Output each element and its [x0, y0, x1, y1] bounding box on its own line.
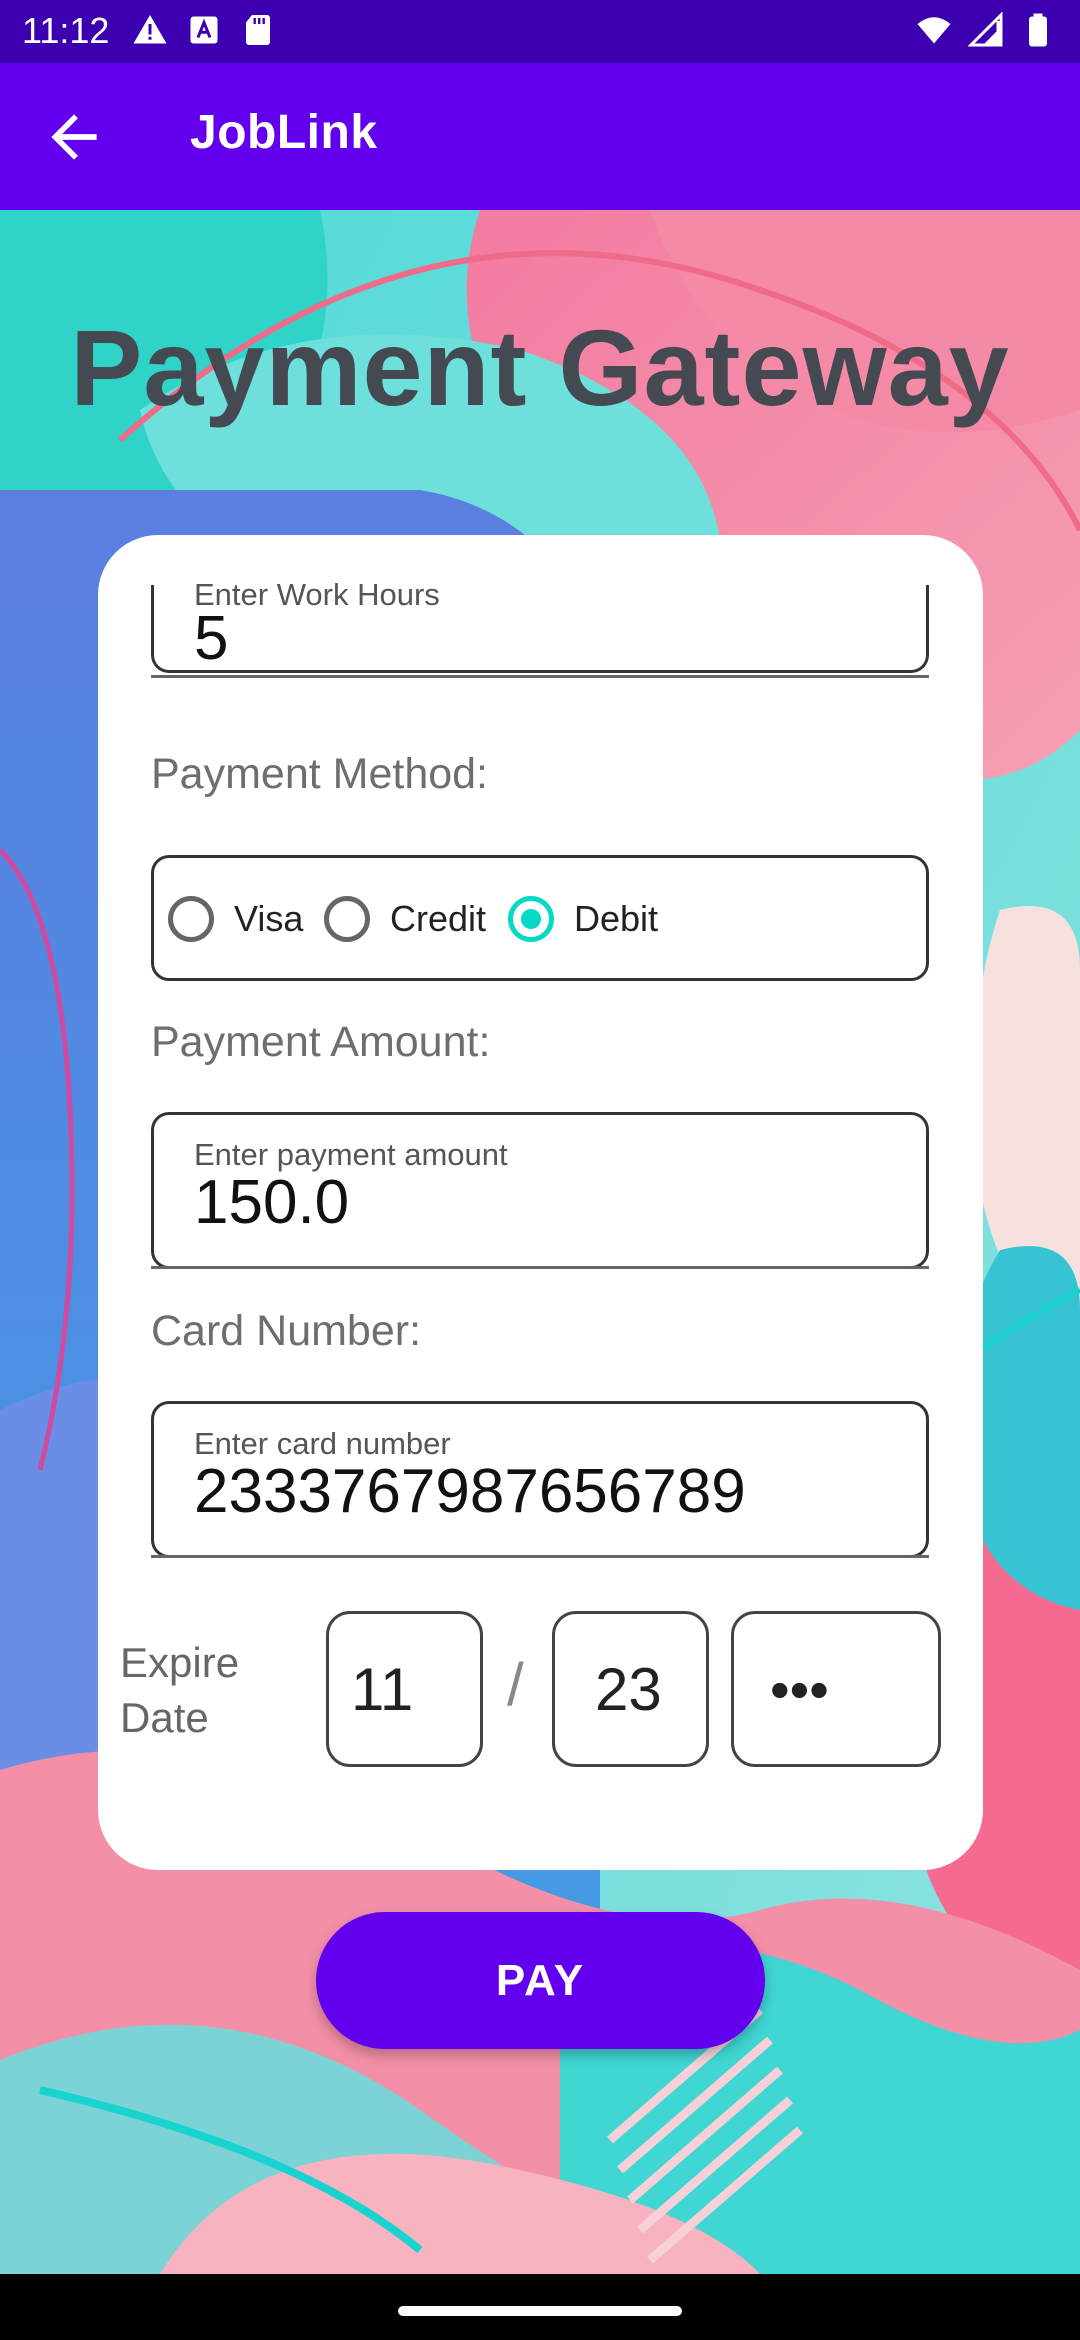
navigation-bar [0, 2274, 1080, 2340]
battery-icon [1029, 13, 1047, 47]
home-handle[interactable] [398, 2306, 682, 2316]
card-number-underline [151, 1555, 929, 1558]
work-hours-underline [151, 675, 929, 678]
card-number-value: 2333767987656789 [194, 1457, 746, 1526]
expire-year-input[interactable]: 23 [552, 1611, 709, 1767]
radio-credit-label: Credit [390, 898, 487, 939]
expire-year-value: 23 [595, 1655, 662, 1723]
decorative-background: Payment Gateway Enter Work Hours 5 Payme… [0, 210, 1080, 2274]
radio-visa-label: Visa [234, 898, 304, 939]
work-hours-field[interactable]: Enter Work Hours 5 [151, 577, 929, 673]
radio-debit-indicator[interactable] [508, 896, 554, 942]
radio-debit-label: Debit [574, 898, 659, 939]
app-title: JobLink [190, 106, 378, 159]
work-hours-value: 5 [194, 604, 229, 673]
page-title: Payment Gateway [70, 307, 1010, 428]
radio-debit[interactable]: Debit [508, 896, 658, 942]
cvv-input[interactable]: ••• [731, 1611, 941, 1767]
sd-card-icon [246, 15, 270, 45]
arrow-back-icon[interactable] [40, 103, 108, 171]
expire-month-value: 11 [351, 1655, 414, 1723]
cvv-value: ••• [770, 1657, 829, 1721]
payment-method-label: Payment Method: [151, 750, 489, 798]
payment-amount-field[interactable]: Enter payment amount 150.0 [151, 1112, 929, 1269]
status-time: 11:12 [22, 10, 110, 51]
expire-date-label: Expire Date [120, 1635, 239, 1745]
pay-button[interactable]: PAY [316, 1912, 765, 2049]
radio-visa-indicator[interactable] [168, 896, 214, 942]
card-number-label: Card Number: [151, 1307, 422, 1355]
radio-visa[interactable]: Visa [168, 896, 303, 942]
radio-credit[interactable]: Credit [324, 896, 486, 942]
text-a-icon [190, 16, 218, 44]
card-number-field[interactable]: Enter card number 2333767987656789 [151, 1401, 929, 1558]
payment-amount-value: 150.0 [194, 1168, 350, 1237]
expire-label-line1: Expire [120, 1639, 240, 1686]
work-hours-label: Enter Work Hours [194, 577, 440, 612]
status-right-icons [916, 12, 1056, 48]
expire-month-input[interactable]: 11 [326, 1611, 483, 1767]
status-left-icons [132, 12, 276, 48]
expire-separator: / [507, 1651, 524, 1718]
payment-method-radio-group: Visa Credit Debit [151, 855, 929, 981]
app-bar: JobLink [0, 63, 1080, 210]
expire-label-line2: Date [120, 1694, 209, 1741]
alert-icon [133, 15, 167, 44]
payment-amount-underline [151, 1266, 929, 1269]
signal-icon [968, 12, 1003, 47]
wifi-icon [917, 17, 951, 44]
status-bar: 11:12 [0, 0, 1080, 63]
payment-amount-label: Payment Amount: [151, 1018, 491, 1066]
radio-credit-indicator[interactable] [324, 896, 370, 942]
